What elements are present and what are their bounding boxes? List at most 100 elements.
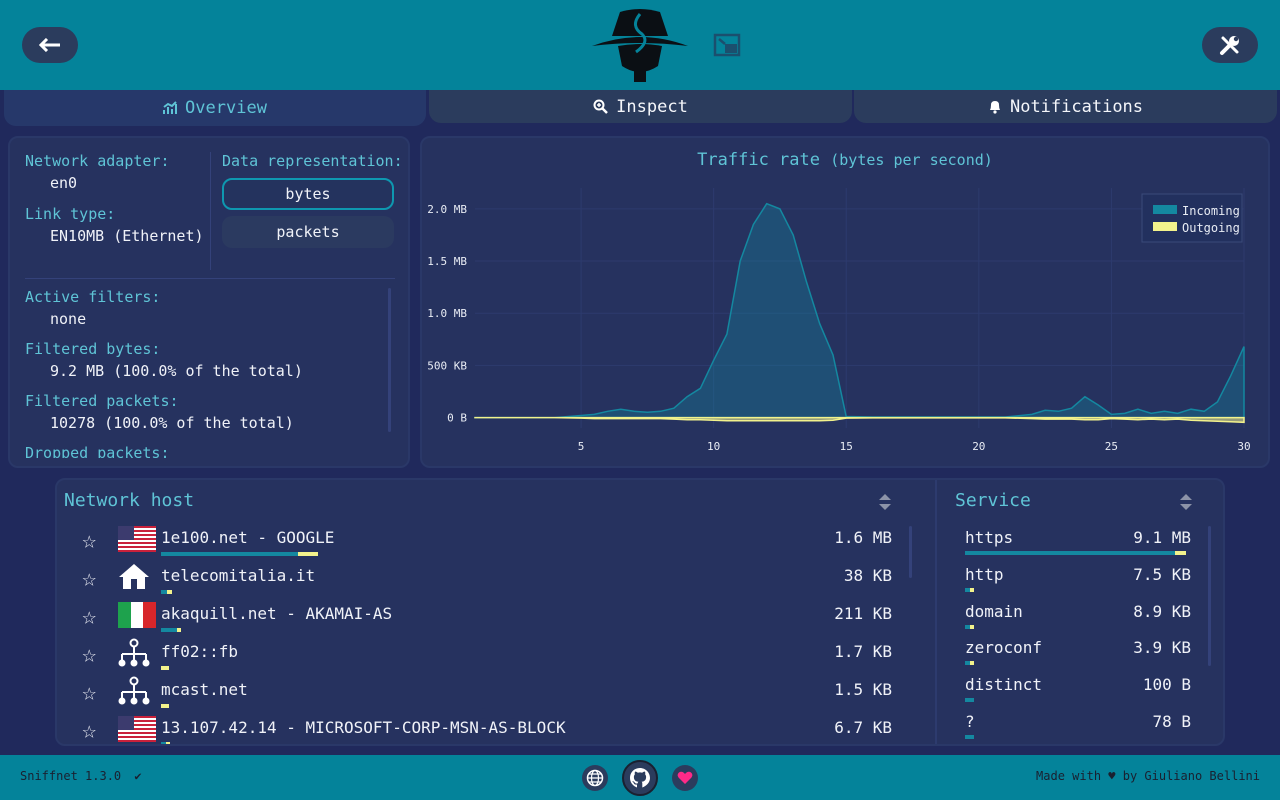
service-incoming-bar (965, 698, 974, 703)
check-icon: ✔ (134, 769, 142, 783)
active-filters-label: Active filters: (25, 288, 161, 306)
tab-inspect-label: Inspect (616, 96, 688, 117)
star-icon[interactable]: ☆ (82, 564, 96, 592)
host-incoming-bar (161, 628, 177, 632)
filtered-bytes-value: 9.2 MB (100.0% of the total) (50, 362, 303, 380)
service-row[interactable]: https 9.1 MB (965, 524, 1191, 558)
host-row[interactable]: ☆ 1e100.net - GOOGLE 1.6 MB (82, 522, 892, 556)
arrow-left-icon (39, 38, 60, 52)
service-name: https (965, 528, 1014, 547)
traffic-chart: 2.0 MB 1.5 MB 1.0 MB 500 KB 0 B 5 10 15 20 25 30 In… (427, 188, 1251, 453)
flag-us-icon (118, 716, 156, 744)
sort-services-icon[interactable] (1178, 492, 1194, 512)
link-type-label: Link type: (25, 205, 116, 223)
service-outgoing-bar (969, 661, 974, 666)
host-value: 1.6 MB (834, 528, 892, 547)
service-value: 3.9 KB (1133, 638, 1191, 658)
host-value: 6.7 KB (834, 718, 892, 737)
magnifier-icon (593, 99, 609, 114)
service-scrollbar[interactable] (1208, 526, 1211, 666)
service-name: domain (965, 601, 1023, 621)
sniffnet-logo (592, 9, 688, 82)
host-name: 13.107.42.14 - MICROSOFT-CORP-MSN-AS-BLO… (161, 718, 566, 737)
chart-icon (163, 101, 178, 114)
traffic-chart-panel: Traffic rate (bytes per second) 2.0 MB 1.… (420, 136, 1270, 468)
filtered-packets-value: 10278 (100.0% of the total) (50, 414, 294, 432)
host-row[interactable]: ☆ telecomitalia.it 38 KB (82, 560, 892, 594)
host-outgoing-bar (165, 742, 171, 744)
network-icon (118, 676, 150, 710)
adapter-value: en0 (50, 174, 78, 192)
website-button[interactable] (582, 765, 608, 791)
service-incoming-bar (965, 735, 974, 739)
service-incoming-bar (965, 551, 1176, 555)
legend-incoming-swatch (1153, 205, 1177, 214)
host-value: 1.5 KB (834, 680, 892, 699)
y-tick-label: 2.0 MB (427, 203, 467, 216)
flag-us-icon (118, 526, 156, 556)
scrollbar[interactable] (388, 288, 391, 432)
x-tick-label: 20 (972, 440, 985, 453)
host-outgoing-bar (176, 628, 182, 632)
sort-hosts-icon[interactable] (877, 492, 893, 512)
service-row[interactable]: ? 78 B (965, 708, 1191, 742)
host-name: ff02::fb (161, 642, 239, 661)
service-row[interactable]: distinct 100 B (965, 671, 1191, 705)
host-name: mcast.net (161, 680, 248, 699)
host-scrollbar[interactable] (909, 526, 912, 578)
host-row[interactable]: ☆ ff02::fb 1.7 KB (82, 636, 892, 670)
host-row[interactable]: ☆ mcast.net 1.5 KB (82, 674, 892, 708)
footer: Sniffnet 1.3.0 ✔ Made with ♥ by Giuliano… (0, 755, 1280, 800)
bell-icon (989, 101, 1000, 114)
star-icon[interactable]: ☆ (82, 526, 96, 554)
legend-incoming-label: Incoming (1182, 204, 1240, 218)
service-row[interactable]: http 7.5 KB (965, 561, 1191, 595)
tab-bar: Overview Inspect Notifications (0, 90, 1280, 126)
series-outgoing-area (474, 416, 1245, 424)
divider (935, 480, 937, 744)
legend-outgoing-swatch (1153, 222, 1177, 231)
version-text: Sniffnet 1.3.0 ✔ (20, 769, 142, 783)
divider (210, 152, 211, 270)
github-icon (630, 768, 650, 788)
globe-icon (586, 769, 604, 787)
tab-notifications[interactable]: Notifications (854, 90, 1277, 123)
service-name: ? (965, 712, 975, 731)
x-tick-label: 25 (1105, 440, 1118, 453)
service-row[interactable]: zeroconf 3.9 KB (965, 634, 1191, 668)
home-icon (118, 562, 150, 594)
star-icon[interactable]: ☆ (82, 640, 96, 668)
picture-in-picture-icon[interactable] (713, 31, 741, 59)
x-tick-label: 10 (707, 440, 720, 453)
star-icon[interactable]: ☆ (82, 602, 96, 630)
star-icon[interactable]: ☆ (82, 678, 96, 706)
star-icon[interactable]: ☆ (82, 716, 96, 744)
series-incoming-area (474, 202, 1245, 419)
service-row[interactable]: domain 8.9 KB (965, 598, 1191, 632)
settings-button[interactable] (1202, 27, 1258, 63)
sponsor-button[interactable] (672, 765, 698, 791)
host-incoming-bar (161, 552, 298, 556)
tab-inspect[interactable]: Inspect (429, 90, 852, 123)
service-value: 7.5 KB (1133, 564, 1191, 584)
back-button[interactable] (22, 27, 78, 63)
host-row[interactable]: ☆ 13.107.42.14 - MICROSOFT-CORP-MSN-AS-BL… (82, 712, 892, 744)
version-label: Sniffnet 1.3.0 (20, 769, 122, 783)
bytes-button[interactable]: bytes (222, 178, 394, 210)
github-button[interactable] (622, 760, 658, 796)
tab-overview[interactable]: Overview (4, 90, 426, 126)
host-outgoing-bar (167, 590, 172, 594)
service-value: 8.9 KB (1133, 601, 1191, 621)
host-row[interactable]: ☆ akaquill.net - AKAMAI-AS 211 KB (82, 598, 892, 632)
host-value: 211 KB (834, 604, 892, 623)
filtered-bytes-label: Filtered bytes: (25, 340, 161, 358)
host-outgoing-bar (161, 704, 169, 708)
adapter-block: Network adapter: en0 Link type: EN10MB (… (25, 152, 204, 245)
legend-outgoing-label: Outgoing (1182, 221, 1240, 235)
packets-button[interactable]: packets (222, 216, 394, 248)
service-name: http (965, 564, 1004, 584)
stats-scroll-area[interactable]: Active filters: none Filtered bytes: 9.2… (25, 288, 385, 458)
network-icon (118, 638, 150, 672)
header (0, 0, 1280, 90)
service-value: 100 B (1142, 675, 1191, 695)
